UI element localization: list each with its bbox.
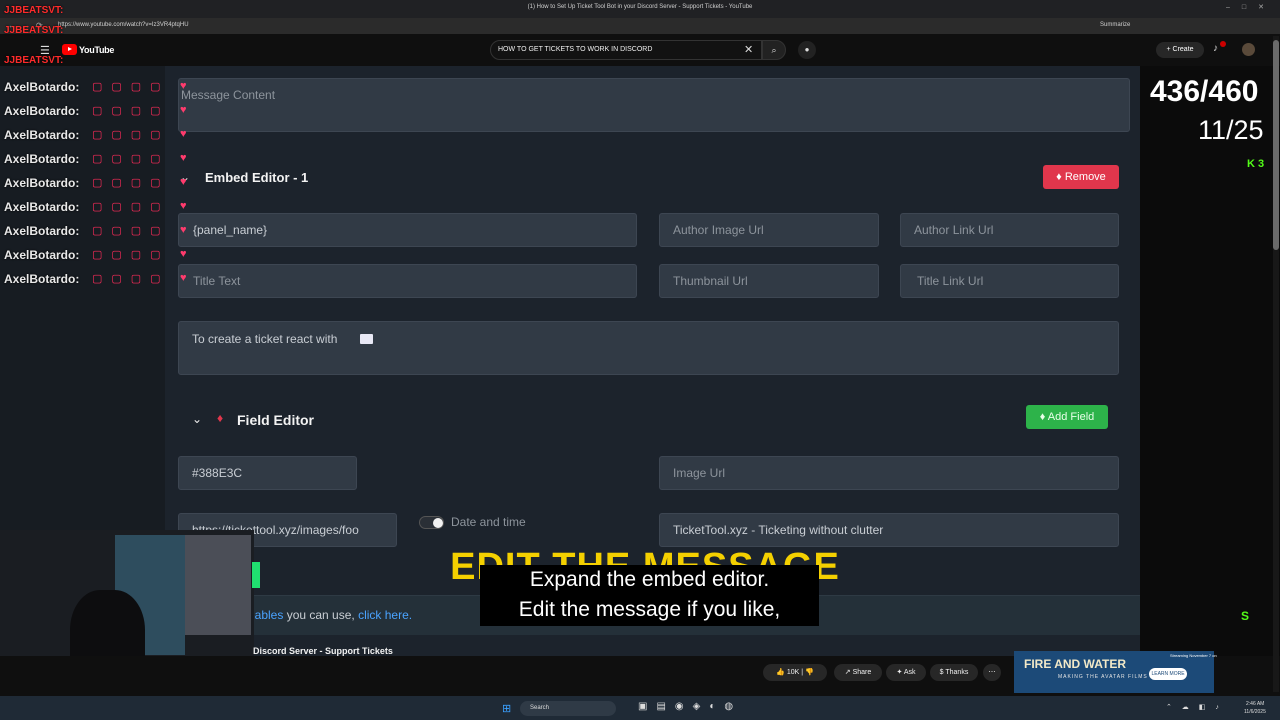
badge-icons: ▢▢▢▢ xyxy=(92,129,170,141)
badge-icons: ▢▢▢▢ xyxy=(92,153,170,165)
footer-text-field[interactable]: TicketTool.xyz - Ticketing without clutt… xyxy=(659,513,1119,547)
list-item: AxelBotardo: ▢▢▢▢ ♥ xyxy=(4,200,187,214)
list-item: AxelBotardo: ▢▢▢▢ ♥ xyxy=(4,128,187,142)
scrollbar-thumb[interactable] xyxy=(1273,40,1279,250)
video-right-panel xyxy=(1140,66,1280,656)
title-text-field[interactable]: Title Text xyxy=(178,264,637,298)
chevron-down-icon[interactable]: ⌄ xyxy=(192,412,202,426)
color-field[interactable]: #388E3C xyxy=(178,456,357,490)
remove-button[interactable]: ♦ Remove xyxy=(1043,165,1119,189)
list-item: AxelBotardo: ▢▢▢▢ ♥ xyxy=(4,104,187,118)
kick-logo-icon: S xyxy=(1241,609,1250,623)
badge-icons: ▢▢▢▢ xyxy=(92,177,170,189)
share-button[interactable]: ↗ Share xyxy=(834,664,882,681)
badge-icons: ▢▢▢▢ xyxy=(92,201,170,213)
summarize-button[interactable]: Summarize xyxy=(1100,22,1130,28)
add-field-button[interactable]: ♦ Add Field xyxy=(1026,405,1108,429)
list-item: AxelBotardo: ▢▢▢▢ ♥ xyxy=(4,152,187,166)
windows-start-icon[interactable]: ⊞ xyxy=(502,702,511,715)
youtube-logo-text[interactable]: YouTube xyxy=(79,45,114,55)
list-item: AxelBotardo: ▢▢▢▢ ♥ xyxy=(4,272,187,286)
heart-icon: ♥ xyxy=(180,272,187,284)
author-image-url-field[interactable]: Author Image Url xyxy=(659,213,879,247)
tab-title[interactable]: (1) How to Set Up Ticket Tool Bot in you… xyxy=(0,4,1280,10)
ad-cta-button[interactable]: LEARN MORE xyxy=(1149,668,1187,680)
taskbar-search[interactable]: Search xyxy=(520,701,616,716)
webcam-poster xyxy=(185,535,251,635)
ad-title: FIRE AND WATER xyxy=(1024,657,1126,671)
address-bar xyxy=(0,18,1280,34)
notification-badge xyxy=(1220,41,1226,47)
more-icon[interactable]: ⋯ xyxy=(983,664,1001,681)
webcam-accent xyxy=(252,562,260,588)
url-field[interactable]: https://www.youtube.com/watch?v=Iz3VR4pt… xyxy=(58,22,189,28)
embed-editor-title: Embed Editor - 1 xyxy=(205,170,309,185)
badge-icons: ▢▢▢▢ xyxy=(92,273,170,285)
heart-icon: ♥ xyxy=(180,224,187,236)
window-controls[interactable]: –□✕ xyxy=(1226,3,1276,11)
heart-icon: ♥ xyxy=(180,80,187,92)
variables-text: iables you can use, click here. xyxy=(252,608,413,622)
search-icon: ⌕ xyxy=(771,45,777,55)
badge-icons: ▢▢▢▢ xyxy=(92,249,170,261)
kick-viewer-count: K 3 xyxy=(1247,158,1265,170)
image-url-field[interactable]: Image Url xyxy=(659,456,1119,490)
mic-icon[interactable]: ● xyxy=(798,41,816,59)
badge-icons: ▢▢▢▢ xyxy=(92,225,170,237)
clock-date[interactable]: 11/6/2025 xyxy=(1244,709,1266,715)
message-content-placeholder: Message Content xyxy=(181,88,276,102)
heart-icon: ♥ xyxy=(180,152,187,164)
title-link-url-field[interactable]: Title Link Url xyxy=(900,264,1119,298)
goal-counter: 11/25 xyxy=(1198,115,1264,145)
caption-line: Expand the embed editor. xyxy=(529,568,770,591)
list-item: AxelBotardo: ▢▢▢▢ ♥ xyxy=(4,248,187,262)
thanks-button[interactable]: $ Thanks xyxy=(930,664,978,681)
date-time-label: Date and time xyxy=(451,515,526,529)
chat-username: JJBEATSVT: xyxy=(4,55,64,66)
list-item: AxelBotardo: ▢▢▢▢ ♥ xyxy=(4,176,187,190)
description-field[interactable]: To create a ticket react with xyxy=(178,321,1119,375)
system-tray-icons[interactable]: ⌃ ☁ ◧ ♪ xyxy=(1166,703,1223,711)
variables-link[interactable]: click here. xyxy=(358,608,412,622)
bell-icon[interactable]: ♪ xyxy=(1213,43,1218,54)
chat-username: JJBEATSVT: xyxy=(4,5,64,16)
list-item: AxelBotardo: ▢▢▢▢ ♥ xyxy=(4,224,187,238)
create-button[interactable]: + Create xyxy=(1156,42,1204,58)
like-dislike-button[interactable]: 👍 10K | 👎 xyxy=(763,664,827,681)
chat-username: JJBEATSVT: xyxy=(4,25,64,36)
sub-counter: 436/460 xyxy=(1150,75,1259,108)
thumbnail-url-field[interactable]: Thumbnail Url xyxy=(659,264,879,298)
clear-search-icon[interactable]: ✕ xyxy=(744,43,753,56)
heart-icon: ♥ xyxy=(180,248,187,260)
badge-icons: ▢▢▢▢ xyxy=(92,81,170,93)
field-editor-title: Field Editor xyxy=(237,412,314,428)
list-item: AxelBotardo: ▢▢▢▢ ♥ xyxy=(4,80,187,94)
clock-time[interactable]: 2:46 AM xyxy=(1246,701,1264,707)
envelope-icon xyxy=(360,334,373,344)
toggle-knob xyxy=(433,518,443,528)
youtube-logo-icon[interactable] xyxy=(62,44,77,55)
search-input-value[interactable]: HOW TO GET TICKETS TO WORK IN DISCORD xyxy=(498,46,652,53)
ad-streaming-text: Streaming November 7 on xyxy=(1170,653,1217,658)
ask-button[interactable]: ✦ Ask xyxy=(886,664,926,681)
video-title: Discord Server - Support Tickets xyxy=(253,646,393,656)
heart-icon: ♥ xyxy=(180,128,187,140)
badge-icons: ▢▢▢▢ xyxy=(92,105,170,117)
taskbar-apps[interactable]: ▣▤◉◈◐◍ xyxy=(638,701,742,712)
heart-icon: ♥ xyxy=(180,200,187,212)
heart-icon: ♥ xyxy=(180,176,187,188)
author-name-field[interactable]: {panel_name} xyxy=(178,213,637,247)
caption-line: Edit the message if you like, xyxy=(518,598,781,621)
message-content-field[interactable] xyxy=(178,78,1130,132)
avatar[interactable] xyxy=(1242,43,1255,56)
ad-subtitle: MAKING THE AVATAR FILMS xyxy=(1058,674,1148,680)
gem-icon: ♦ xyxy=(217,411,224,425)
author-link-url-field[interactable]: Author Link Url xyxy=(900,213,1119,247)
search-button[interactable]: ⌕ xyxy=(762,40,786,60)
heart-icon: ♥ xyxy=(180,104,187,116)
